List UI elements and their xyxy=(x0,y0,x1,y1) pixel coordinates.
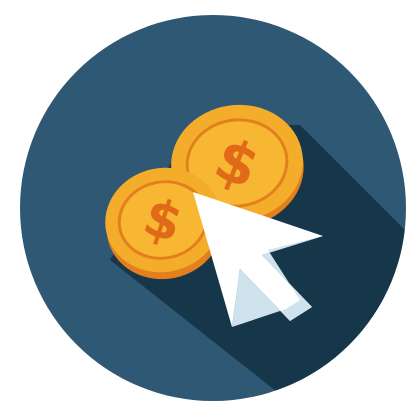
pay-per-click-illustration: $ $ xyxy=(0,0,410,410)
pay-per-click-icon: $ $ xyxy=(20,15,406,401)
